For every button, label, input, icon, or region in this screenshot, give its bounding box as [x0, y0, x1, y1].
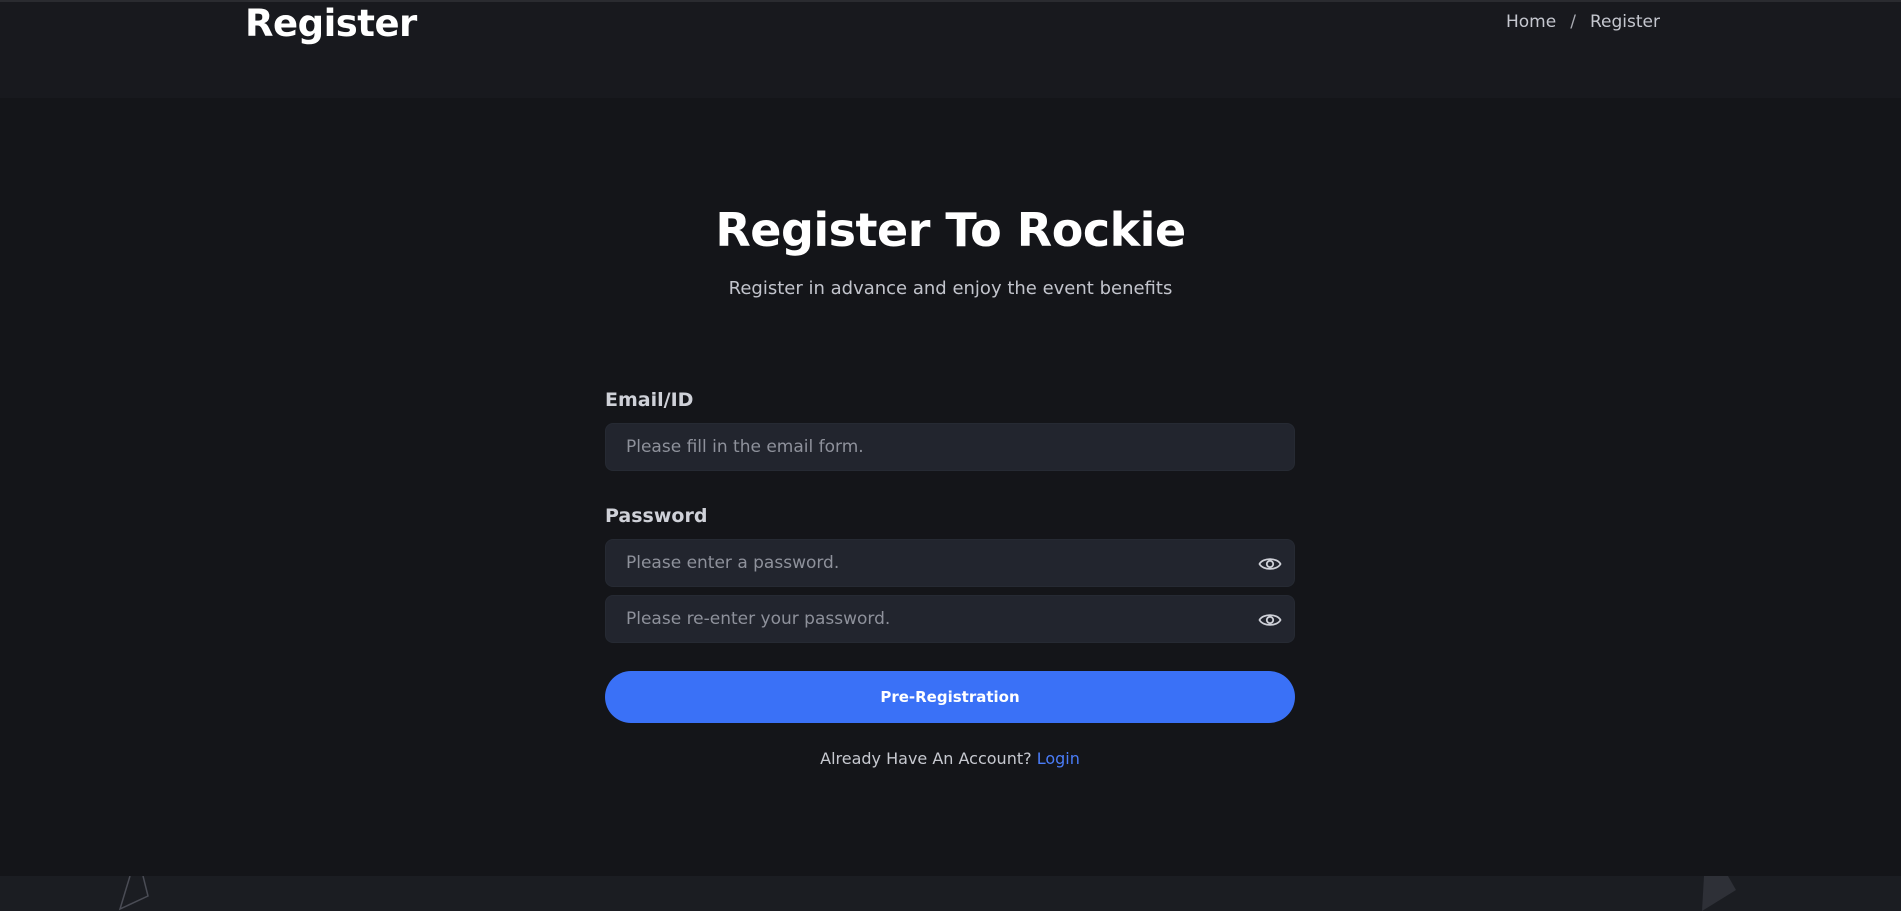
password-confirm-input-box: [605, 595, 1295, 643]
breadcrumb: Home / Register: [1506, 12, 1660, 32]
pre-registration-button[interactable]: Pre-Registration: [605, 671, 1295, 723]
breadcrumb-home-link[interactable]: Home: [1506, 12, 1556, 32]
eye-icon[interactable]: [1258, 553, 1282, 575]
email-input-box: [605, 423, 1295, 471]
register-form: Email/ID Password: [605, 389, 1295, 768]
password-confirm-input[interactable]: [606, 596, 1294, 642]
password-input-box: [605, 539, 1295, 587]
email-input[interactable]: [606, 424, 1294, 470]
login-prompt-text: Already Have An Account?: [820, 749, 1032, 768]
breadcrumb-current: Register: [1589, 12, 1660, 32]
page-header: Register Home / Register: [0, 2, 1901, 98]
decorative-shape-right: [1702, 876, 1736, 911]
page-header-title: Register: [245, 2, 417, 45]
breadcrumb-separator: /: [1570, 12, 1576, 32]
eye-icon[interactable]: [1258, 609, 1282, 631]
footer-strip: [0, 876, 1901, 911]
hero-subtitle: Register in advance and enjoy the event …: [728, 278, 1173, 299]
login-link[interactable]: Login: [1037, 749, 1080, 768]
login-prompt: Already Have An Account? Login: [605, 749, 1295, 768]
main-content: Register To Rockie Register in advance a…: [0, 98, 1901, 876]
email-label: Email/ID: [605, 389, 694, 411]
decorative-shape-left: [118, 876, 149, 911]
password-label: Password: [605, 505, 708, 527]
hero-title: Register To Rockie: [715, 203, 1186, 257]
password-input[interactable]: [606, 540, 1294, 586]
